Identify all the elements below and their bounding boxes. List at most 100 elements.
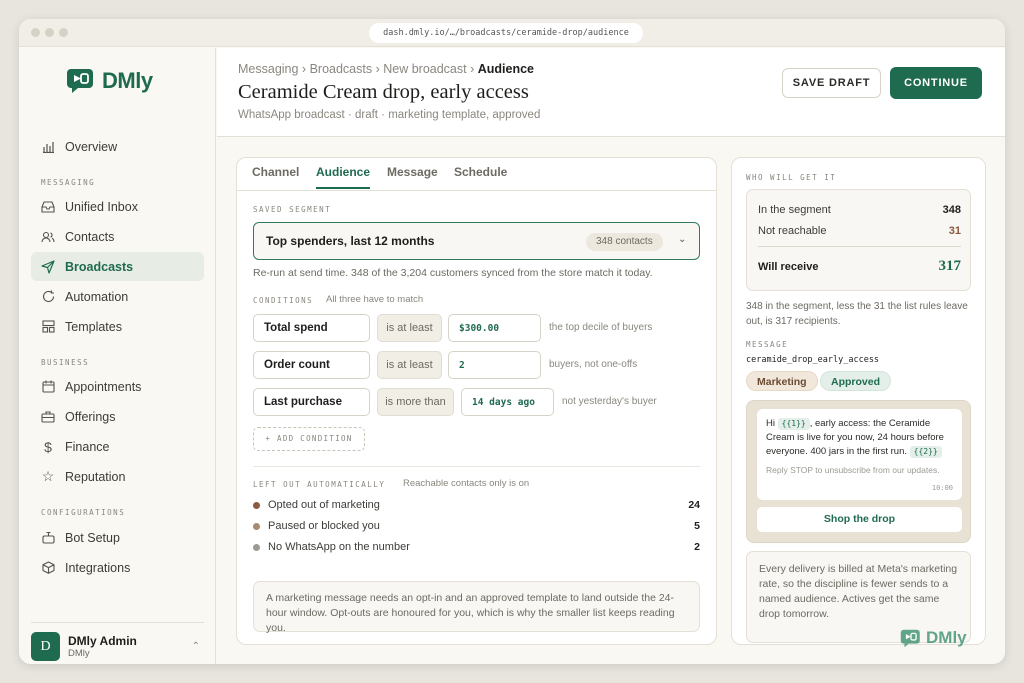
user-org: DMly	[68, 648, 90, 659]
chevron-down-icon: ⌄	[678, 234, 687, 245]
section-business: BUSINESS	[41, 358, 90, 367]
section-configurations: CONFIGURATIONS	[41, 508, 126, 517]
sidebar-item-label: Bot Setup	[65, 530, 120, 545]
segment-note: Re-run at send time. 348 of the 3,204 cu…	[253, 267, 653, 279]
brand-logo[interactable]: DMly	[66, 66, 153, 96]
stat-not-reachable: Not reachable 31	[758, 225, 961, 237]
preview-footer: Reply STOP to unsubscribe from our updat…	[766, 465, 940, 475]
condition-field[interactable]: Last purchase	[253, 388, 370, 416]
message-preview: Hi {{1}}, early access: the Ceramide Cre…	[746, 400, 971, 543]
conditions-hint: All three have to match	[326, 294, 424, 305]
browser-titlebar: dash.dmly.io/…/broadcasts/ceramide-drop/…	[19, 19, 1005, 47]
summary-note: 348 in the segment, less the 31 the list…	[746, 301, 968, 327]
condition-operator[interactable]: is at least	[377, 351, 442, 379]
bar-chart-icon	[41, 140, 55, 154]
list-item: Paused or blocked you 5	[253, 518, 700, 534]
page-header: Messaging › Broadcasts › New broadcast ›…	[217, 48, 1005, 137]
segment-count-badge: 348 contacts	[586, 233, 663, 251]
sidebar-item-broadcasts[interactable]: Broadcasts	[31, 252, 204, 281]
excluded-reason: Opted out of marketing	[268, 499, 380, 511]
save-draft-button[interactable]: SAVE DRAFT	[782, 68, 881, 98]
conditions-label: CONDITIONS	[253, 296, 314, 305]
refresh-icon	[41, 290, 55, 304]
sidebar-item-bot-setup[interactable]: Bot Setup	[31, 523, 204, 552]
chevron-updown-icon[interactable]: ⌃	[192, 641, 200, 652]
condition-value[interactable]: $300.00	[448, 314, 541, 342]
condition-note: the top decile of buyers	[549, 322, 653, 333]
page-title: Ceramide Cream drop, early access	[238, 81, 529, 103]
condition-field[interactable]: Order count	[253, 351, 370, 379]
breadcrumb-broadcasts[interactable]: Broadcasts ›	[310, 62, 380, 76]
sidebar-item-label: Finance	[65, 439, 110, 454]
condition-field[interactable]: Total spend	[253, 314, 370, 342]
excluded-count: 24	[688, 499, 700, 511]
condition-operator[interactable]: is at least	[377, 314, 442, 342]
user-name: DMly Admin	[68, 634, 137, 648]
excluded-reason: No WhatsApp on the number	[268, 541, 410, 553]
condition-note: buyers, not one-offs	[549, 359, 638, 370]
status-dot	[253, 522, 260, 530]
template-name: ceramide_drop_early_access	[746, 355, 880, 365]
sidebar-item-label: Integrations	[65, 560, 131, 575]
calendar-icon	[41, 380, 55, 394]
tab-audience[interactable]: Audience	[316, 165, 371, 189]
summary-label: WHO WILL GET IT	[746, 173, 837, 182]
condition-operator[interactable]: is more than	[377, 388, 454, 416]
window-close-dot[interactable]	[31, 28, 40, 37]
bot-icon	[41, 531, 55, 545]
send-icon	[41, 259, 55, 274]
browser-window: dash.dmly.io/…/broadcasts/ceramide-drop/…	[19, 19, 1005, 664]
continue-button[interactable]: CONTINUE	[890, 67, 982, 99]
brand-name: DMly	[102, 68, 153, 93]
sidebar-item-offerings[interactable]: Offerings	[31, 402, 204, 431]
condition-value[interactable]: 2	[448, 351, 541, 379]
watermark-text: DMly	[926, 628, 967, 647]
add-condition-button[interactable]: + ADD CONDITION	[253, 427, 365, 451]
watermark-logo: DMly	[900, 628, 967, 648]
segment-select[interactable]: Top spenders, last 12 months 348 contact…	[253, 222, 700, 260]
tab-message[interactable]: Message	[387, 165, 438, 187]
window-maximize-dot[interactable]	[59, 28, 68, 37]
window-minimize-dot[interactable]	[45, 28, 54, 37]
sidebar-item-finance[interactable]: $ Finance	[31, 432, 204, 461]
preview-cta-button[interactable]: Shop the drop	[757, 507, 962, 532]
sidebar-item-overview[interactable]: Overview	[31, 132, 204, 161]
sidebar-item-unified-inbox[interactable]: Unified Inbox	[31, 192, 204, 221]
sidebar-item-contacts[interactable]: Contacts	[31, 222, 204, 251]
sidebar-item-reputation[interactable]: ☆ Reputation	[31, 462, 204, 491]
sidebar-item-label: Unified Inbox	[65, 199, 138, 214]
sidebar-item-integrations[interactable]: Integrations	[31, 553, 204, 582]
preview-greeting: Hi	[766, 418, 775, 429]
excluded-hint: Reachable contacts only is on	[403, 478, 530, 489]
sidebar-item-label: Templates	[65, 319, 122, 334]
tab-channel[interactable]: Channel	[252, 165, 299, 187]
status-badge: Approved	[820, 371, 892, 391]
logo-icon	[67, 69, 93, 93]
user-info: DMly Admin DMly	[68, 634, 137, 659]
segment-name: Top spenders, last 12 months	[266, 234, 435, 248]
breadcrumb-messaging[interactable]: Messaging ›	[238, 62, 306, 76]
sidebar-item-label: Reputation	[65, 469, 126, 484]
chat-bubble: Hi {{1}}, early access: the Ceramide Cre…	[757, 409, 962, 500]
info-callout: A marketing message needs an opt-in and …	[253, 581, 700, 634]
preview-time: 10:00	[931, 484, 953, 492]
sidebar-item-label: Automation	[65, 289, 129, 304]
sidebar-item-appointments[interactable]: Appointments	[31, 372, 204, 401]
template-variable: {{1}}	[777, 418, 810, 430]
logo-icon	[900, 629, 920, 647]
layout-icon	[41, 320, 55, 334]
breadcrumb-new-broadcast[interactable]: New broadcast ›	[383, 62, 474, 76]
tab-schedule[interactable]: Schedule	[454, 165, 507, 187]
address-bar[interactable]: dash.dmly.io/…/broadcasts/ceramide-drop/…	[369, 23, 643, 43]
summary-card: WHO WILL GET IT In the segment 348 Not r…	[731, 157, 986, 645]
sidebar: DMly Overview MESSAGING Unified Inbox Co…	[19, 48, 216, 664]
sidebar-item-label: Appointments	[65, 379, 142, 394]
sidebar-item-templates[interactable]: Templates	[31, 312, 204, 341]
category-badge: Marketing	[746, 371, 818, 391]
sidebar-item-automation[interactable]: Automation	[31, 282, 204, 311]
status-dot	[253, 543, 260, 551]
recipient-stats: In the segment 348 Not reachable 31 Will…	[746, 189, 971, 291]
user-menu[interactable]: D DMly Admin DMly ⌃	[31, 622, 204, 664]
condition-value[interactable]: 14 days ago	[461, 388, 554, 416]
excluded-label: LEFT OUT AUTOMATICALLY	[253, 480, 386, 489]
